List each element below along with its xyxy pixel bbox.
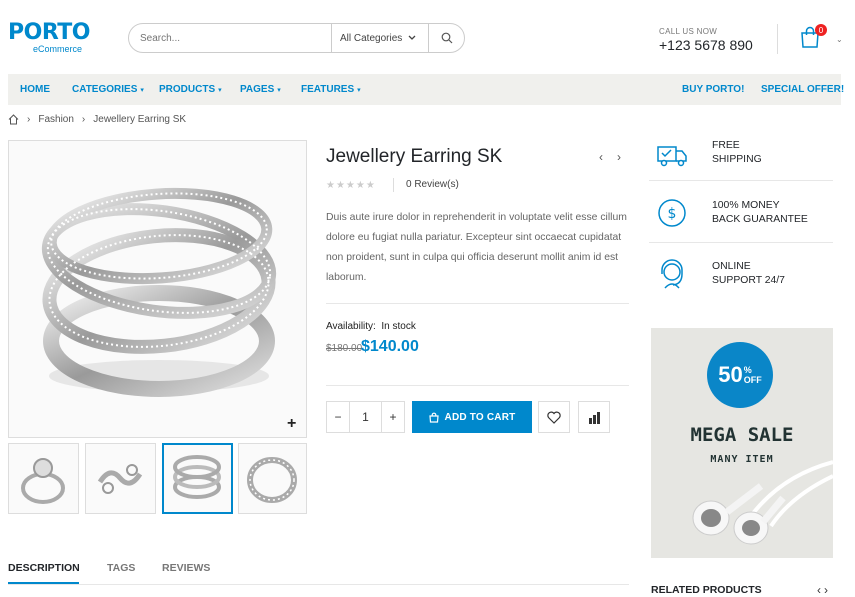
- category-select-value: All Categories: [340, 32, 403, 44]
- breadcrumb-separator: ›: [81, 114, 86, 125]
- thumbnail-1[interactable]: [8, 443, 79, 514]
- svg-text:$: $: [668, 206, 677, 222]
- cart-count-badge: 0: [815, 24, 827, 36]
- header-divider: [777, 24, 778, 54]
- support-headset-icon: [661, 259, 683, 289]
- next-product-chevron-icon[interactable]: ›: [617, 150, 621, 164]
- active-tab-indicator: [8, 582, 79, 584]
- truck-icon: [657, 146, 687, 167]
- rating-stars: ★★★★★: [326, 180, 376, 191]
- search-bar: All Categories: [128, 23, 465, 53]
- product-title: Jewellery Earring SK: [326, 146, 503, 167]
- category-select[interactable]: All Categories: [331, 24, 428, 52]
- banner-title: MEGA SALE: [690, 424, 794, 446]
- quantity-stepper: − 1 +: [326, 401, 405, 433]
- dollar-icon: $: [658, 199, 686, 227]
- chevron-down-icon: ▾: [218, 86, 222, 94]
- availability: Availability: In stock: [326, 321, 416, 332]
- tab-reviews[interactable]: REVIEWS: [162, 562, 210, 574]
- home-icon[interactable]: [8, 114, 19, 125]
- tab-tags[interactable]: TAGS: [107, 562, 135, 574]
- search-button[interactable]: [428, 24, 464, 52]
- zoom-plus-icon[interactable]: +: [287, 415, 296, 433]
- tab-description[interactable]: DESCRIPTION: [8, 562, 80, 574]
- product-description: Duis aute irure dolor in reprehenderit i…: [326, 212, 627, 283]
- thumbnail-4[interactable]: [238, 443, 307, 514]
- search-icon: [441, 32, 452, 44]
- divider: [649, 242, 833, 243]
- phone-number[interactable]: +123 5678 890: [659, 37, 753, 53]
- related-products-nav: ‹›: [817, 583, 831, 597]
- shopping-bag-icon: [428, 412, 439, 423]
- feature-free-shipping: FREE SHIPPING: [712, 140, 762, 165]
- old-price: $180.00: [326, 343, 363, 354]
- quantity-increase-button[interactable]: +: [382, 402, 404, 432]
- logo-text[interactable]: PORTO: [8, 20, 91, 45]
- chevron-down-icon: [408, 35, 416, 40]
- discount-badge: 50 % OFF: [707, 342, 773, 408]
- add-to-cart-label: ADD TO CART: [444, 411, 516, 423]
- prev-product-chevron-icon[interactable]: ‹: [599, 150, 603, 164]
- feature-online-support: ONLINE SUPPORT 24/7: [712, 261, 785, 286]
- prev-arrow-icon[interactable]: ‹: [817, 583, 824, 597]
- nav-categories[interactable]: CATEGORIES ▾: [72, 84, 144, 95]
- cart-dropdown-chevron-icon[interactable]: ⌄: [836, 35, 843, 44]
- next-arrow-icon[interactable]: ›: [824, 583, 831, 597]
- rating-divider: [393, 178, 394, 192]
- tabs-baseline: [8, 584, 629, 585]
- nav-products[interactable]: PRODUCTS ▾: [159, 84, 222, 95]
- review-count-link[interactable]: 0 Review(s): [406, 179, 459, 190]
- nav-pages[interactable]: PAGES ▾: [240, 84, 281, 95]
- call-label: CALL US NOW: [659, 27, 718, 36]
- thumbnail-3[interactable]: [162, 443, 233, 514]
- thumbnail-2[interactable]: [85, 443, 156, 514]
- nav-home[interactable]: HOME: [20, 84, 50, 95]
- chevron-down-icon: ▾: [140, 86, 144, 94]
- mega-sale-banner[interactable]: 50 % OFF MEGA SALE MANY ITEM: [651, 328, 833, 558]
- breadcrumb-current: Jewellery Earring SK: [93, 114, 187, 125]
- product-main-image[interactable]: [8, 140, 307, 438]
- breadcrumb-fashion[interactable]: Fashion: [38, 114, 74, 125]
- divider: [649, 180, 833, 181]
- quantity-input[interactable]: 1: [349, 402, 382, 432]
- divider: [326, 303, 629, 304]
- quantity-decrease-button[interactable]: −: [327, 402, 349, 432]
- chevron-down-icon: ▾: [277, 86, 281, 94]
- search-input[interactable]: [129, 24, 331, 52]
- nav-features[interactable]: FEATURES ▾: [301, 84, 361, 95]
- wishlist-button[interactable]: [538, 401, 570, 433]
- nav-special-offer[interactable]: SPECIAL OFFER!: [761, 84, 844, 95]
- logo-subtext: eCommerce: [33, 44, 83, 54]
- feature-money-back: 100% MONEY BACK GUARANTEE: [712, 200, 808, 225]
- new-price: $140.00: [361, 338, 419, 355]
- breadcrumb: › Fashion › Jewellery Earring SK: [8, 114, 186, 125]
- add-to-cart-button[interactable]: ADD TO CART: [412, 401, 532, 433]
- related-products-title: RELATED PRODUCTS: [651, 584, 762, 596]
- availability-value: In stock: [381, 321, 416, 332]
- nav-buy-porto[interactable]: BUY PORTO!: [682, 84, 744, 95]
- bar-chart-icon: [588, 411, 600, 424]
- divider: [326, 385, 629, 386]
- breadcrumb-separator: ›: [27, 114, 31, 125]
- availability-label: Availability:: [326, 321, 376, 332]
- heart-icon: [547, 411, 561, 424]
- compare-button[interactable]: [578, 401, 610, 433]
- chevron-down-icon: ▾: [357, 86, 361, 94]
- earphones-image: [692, 460, 833, 545]
